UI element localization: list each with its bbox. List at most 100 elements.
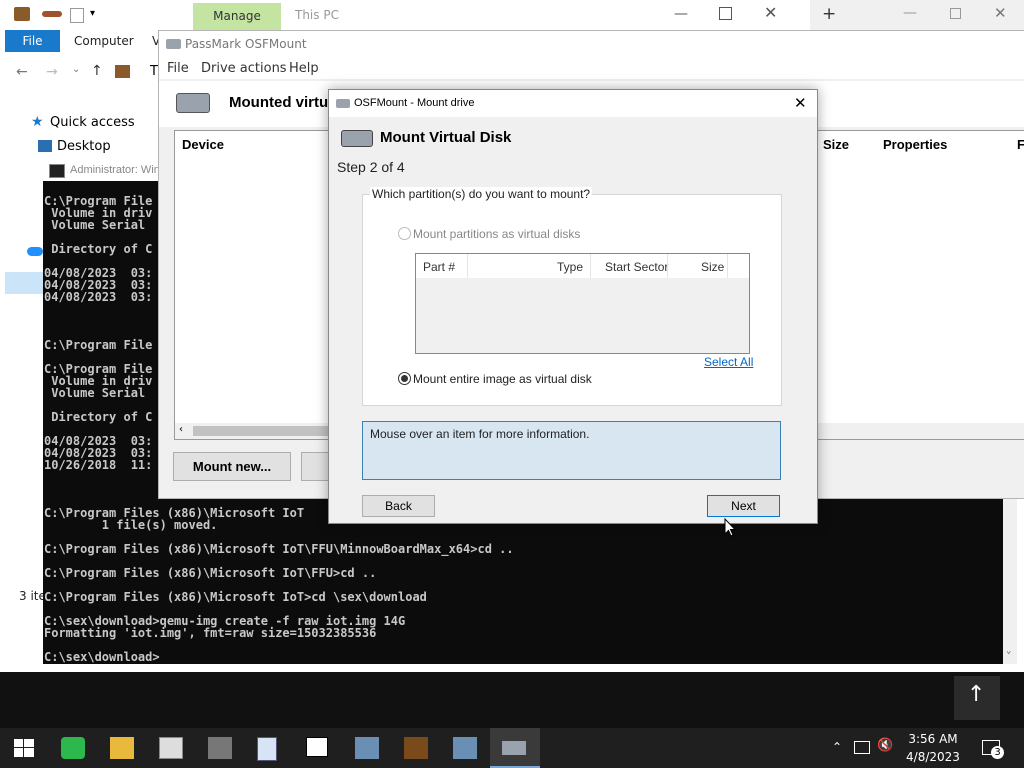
explorer-titlebar: ▾ Manage This PC — ✕ (0, 0, 810, 30)
forward-arrow-icon[interactable]: → (46, 64, 58, 80)
taskbar: ⌃ 🔇 3:56 AM 4/8/2023 3 (0, 728, 1024, 768)
file-explorer-icon (110, 737, 134, 759)
calculator-icon (159, 737, 183, 759)
start-button[interactable] (0, 728, 48, 768)
taskbar-osfmount-active[interactable] (490, 728, 540, 768)
next-button[interactable]: Next (707, 495, 780, 517)
taskbar-calculator[interactable] (147, 728, 195, 768)
mount-new-button[interactable]: Mount new... (173, 452, 291, 481)
taskbar-network-app-2[interactable] (441, 728, 489, 768)
taskbar-minnowboard-app[interactable] (392, 728, 440, 768)
column-start-sector[interactable]: Start Sector (605, 260, 668, 274)
nav-desktop[interactable]: Desktop (57, 139, 111, 154)
clock-date[interactable]: 4/8/2023 (903, 750, 963, 764)
column-device[interactable]: Device (182, 137, 224, 152)
close-icon[interactable]: ✕ (764, 3, 777, 22)
taskbar-file-explorer[interactable] (98, 728, 146, 768)
cmd-title: Administrator: Win (70, 164, 160, 176)
taskbar-notepad[interactable] (245, 728, 293, 768)
network-icon[interactable] (854, 741, 870, 754)
osfmount-title: PassMark OSFMount (185, 37, 307, 51)
scrollbar-thumb[interactable] (193, 426, 333, 436)
back-button[interactable]: Back (362, 495, 435, 517)
mouse-cursor-icon (724, 518, 736, 537)
restore-icon[interactable] (950, 8, 961, 19)
network-app-icon (355, 737, 379, 759)
dialog-title: OSFMount - Mount drive (354, 97, 475, 109)
header-separator (727, 254, 728, 278)
cmd-app-icon (49, 164, 65, 178)
folder-app-icon[interactable] (14, 7, 30, 21)
volume-muted-icon[interactable]: 🔇 (877, 738, 893, 753)
radio-mount-entire-image[interactable] (398, 372, 411, 385)
desktop-icon (38, 140, 52, 152)
window-location-title: This PC (295, 8, 339, 22)
recent-locations-icon[interactable]: ⌄ (72, 64, 80, 75)
osfmount-icon (502, 741, 526, 755)
scroll-to-top-button[interactable]: ↑ (954, 676, 1000, 720)
desktop-dark-area: ↑ (0, 672, 1024, 728)
up-arrow-icon[interactable]: ↑ (91, 63, 103, 79)
disk-drive-icon (176, 93, 210, 113)
nav-quick-access[interactable]: Quick access (50, 115, 135, 130)
address-bar-text[interactable]: T (150, 64, 158, 79)
partition-groupbox: Which partition(s) do you want to mount?… (362, 187, 782, 406)
new-tab-icon[interactable]: + (822, 4, 836, 24)
device-icon (208, 737, 232, 759)
clock-time[interactable]: 3:56 AM (903, 732, 963, 746)
select-all-link[interactable]: Select All (704, 355, 753, 369)
mount-drive-dialog: OSFMount - Mount drive ✕ Mount Virtual D… (328, 89, 818, 524)
menu-file[interactable]: File (167, 61, 189, 76)
minimize-icon[interactable]: — (674, 6, 688, 22)
groupbox-label: Which partition(s) do you want to mount? (370, 187, 593, 201)
menu-drive-actions[interactable]: Drive actions (201, 61, 287, 76)
column-part-number[interactable]: Part # (423, 260, 455, 274)
taskbar-network-app[interactable] (343, 728, 391, 768)
menu-help[interactable]: Help (289, 61, 319, 76)
dialog-titlebar: OSFMount - Mount drive ✕ (329, 90, 817, 117)
up-arrow-icon: ↑ (967, 682, 986, 707)
cmd-line: C:\Program Files (x86)\Microsoft IoT>cd … (44, 590, 427, 604)
quick-access-properties-icon[interactable] (42, 11, 62, 17)
column-size[interactable]: Size (701, 260, 724, 274)
ribbon-file-tab[interactable]: File (5, 30, 60, 52)
dialog-heading: Mount Virtual Disk (380, 129, 512, 146)
mounted-disks-heading: Mounted virtuo (229, 94, 338, 111)
partition-table[interactable]: Part # Type Start Sector Size (415, 253, 750, 354)
radio-mount-partitions[interactable] (398, 227, 411, 240)
osfmount-titlebar: PassMark OSFMount (159, 31, 1024, 57)
info-box: Mouse over an item for more information. (362, 421, 781, 480)
network-app2-icon (453, 737, 477, 759)
close-icon-2[interactable]: ✕ (994, 4, 1007, 22)
show-hidden-icons-icon[interactable]: ⌃ (832, 740, 842, 754)
start-icon (14, 739, 34, 757)
new-folder-icon[interactable] (70, 8, 84, 23)
header-separator (467, 254, 468, 278)
column-type[interactable]: Type (557, 260, 583, 274)
scroll-down-icon[interactable]: ⌄ (1006, 646, 1011, 656)
qat-dropdown-icon[interactable]: ▾ (90, 8, 95, 19)
column-size[interactable]: Size (823, 137, 849, 152)
status-bar-item-count: 3 ite (19, 589, 46, 603)
minimize-icon-2[interactable]: — (903, 5, 917, 21)
scroll-left-icon[interactable]: ‹ (179, 424, 183, 435)
cmd-line: Formatting 'iot.img', fmt=raw size=15032… (44, 626, 377, 640)
taskbar-sheets[interactable] (49, 728, 97, 768)
column-properties[interactable]: Properties (883, 137, 947, 152)
header-separator (590, 254, 591, 278)
taskbar-7zip[interactable] (294, 728, 342, 768)
cmd-line: C:\Program Files (x86)\Microsoft IoT\FFU… (44, 542, 514, 556)
back-arrow-icon[interactable]: ← (16, 64, 28, 80)
ribbon-computer-tab[interactable]: Computer (74, 34, 134, 48)
manage-tab[interactable]: Manage (193, 3, 281, 30)
taskbar-device[interactable] (196, 728, 244, 768)
radio-mount-entire-label: Mount entire image as virtual disk (413, 372, 592, 386)
maximize-icon[interactable] (719, 7, 732, 20)
column-more[interactable]: F (1017, 137, 1024, 152)
dialog-close-icon[interactable]: ✕ (794, 94, 807, 112)
radio-selected-dot (401, 375, 408, 382)
onedrive-icon[interactable] (27, 247, 43, 256)
star-icon: ★ (31, 114, 44, 130)
sheets-icon (61, 737, 85, 759)
radio-mount-partitions-label: Mount partitions as virtual disks (413, 227, 581, 241)
